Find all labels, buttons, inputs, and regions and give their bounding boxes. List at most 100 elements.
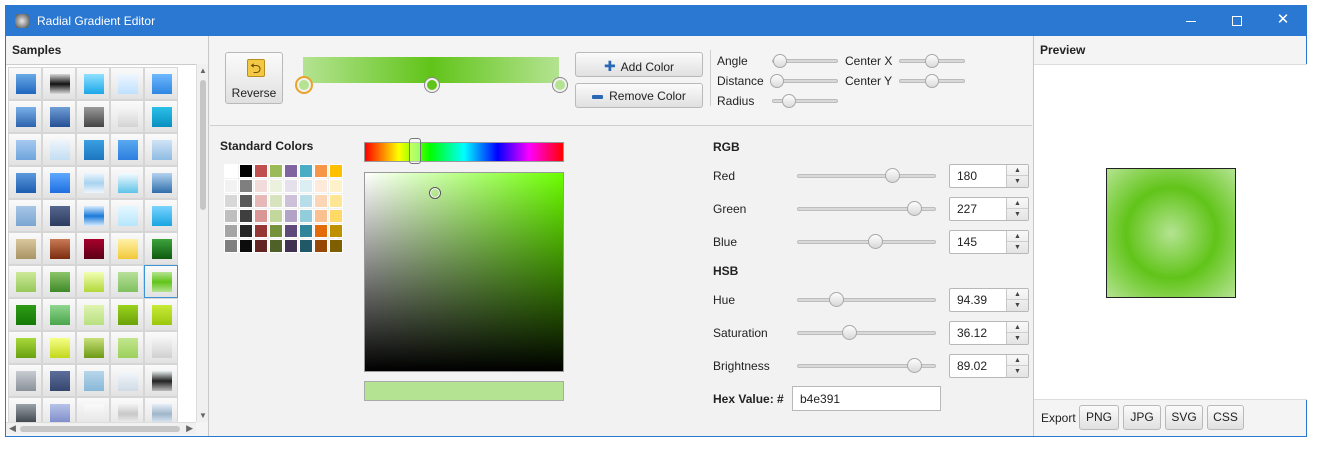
red-slider[interactable] [797,168,936,183]
close-button[interactable]: ✕ [1260,6,1306,36]
sample-swatch[interactable] [144,100,178,133]
standard-color-swatch[interactable] [299,179,313,193]
standard-color-swatch[interactable] [254,179,268,193]
sample-swatch[interactable] [144,199,178,232]
brightness-spinner[interactable]: ▲▼ [949,354,1029,378]
sample-swatch[interactable] [8,364,42,397]
sample-swatch[interactable] [42,364,76,397]
sample-swatch[interactable] [42,133,76,166]
sample-swatch[interactable] [8,67,42,100]
standard-color-swatch[interactable] [239,194,253,208]
standard-color-swatch[interactable] [254,239,268,253]
green-slider[interactable] [797,201,936,216]
export-jpg-button[interactable]: JPG [1123,405,1161,430]
standard-color-swatch[interactable] [314,239,328,253]
slider-knob[interactable] [907,358,922,373]
sample-swatch[interactable] [8,232,42,265]
increment-icon[interactable]: ▲ [1007,355,1028,366]
sample-swatch[interactable] [110,100,144,133]
blue-slider[interactable] [797,234,936,249]
standard-color-swatch[interactable] [284,224,298,238]
sample-swatch[interactable] [110,166,144,199]
standard-color-swatch[interactable] [329,224,343,238]
standard-color-swatch[interactable] [269,194,283,208]
sample-swatch[interactable] [42,298,76,331]
standard-color-swatch[interactable] [224,164,238,178]
sample-swatch[interactable] [144,67,178,100]
standard-color-swatch[interactable] [269,164,283,178]
sample-swatch[interactable] [76,100,110,133]
standard-color-swatch[interactable] [314,224,328,238]
sample-swatch[interactable] [42,67,76,100]
standard-color-swatch[interactable] [239,239,253,253]
standard-color-swatch[interactable] [299,164,313,178]
standard-color-swatch[interactable] [284,209,298,223]
red-input[interactable] [950,165,1007,187]
gradient-stop-handle[interactable] [297,78,311,92]
decrement-icon[interactable]: ▼ [1007,242,1028,253]
add-color-button[interactable]: ✚ Add Color [575,52,703,77]
angle-slider[interactable] [772,54,838,68]
standard-color-swatch[interactable] [239,224,253,238]
standard-color-swatch[interactable] [284,194,298,208]
sample-swatch[interactable] [42,265,76,298]
sample-swatch[interactable] [110,364,144,397]
sample-swatch[interactable] [110,397,144,422]
sample-swatch[interactable] [42,397,76,422]
sample-swatch[interactable] [8,100,42,133]
standard-color-swatch[interactable] [314,179,328,193]
minimize-button[interactable] [1168,6,1214,36]
sample-swatch[interactable] [76,397,110,422]
decrement-icon[interactable]: ▼ [1007,300,1028,311]
increment-icon[interactable]: ▲ [1007,198,1028,209]
center-y-slider[interactable] [899,74,965,88]
sample-swatch[interactable] [76,298,110,331]
slider-knob[interactable] [925,54,939,68]
sample-swatch[interactable] [8,166,42,199]
sample-swatch[interactable] [144,397,178,422]
saturation-input[interactable] [950,322,1007,344]
standard-color-swatch[interactable] [269,179,283,193]
increment-icon[interactable]: ▲ [1007,289,1028,300]
sample-swatch[interactable] [42,331,76,364]
sample-swatch[interactable] [8,331,42,364]
brightness-slider[interactable] [797,358,936,373]
slider-knob[interactable] [842,325,857,340]
scroll-thumb[interactable] [20,426,180,432]
picker-cursor[interactable] [429,187,441,199]
sample-swatch[interactable] [144,298,178,331]
standard-color-swatch[interactable] [314,209,328,223]
slider-knob[interactable] [885,168,900,183]
increment-icon[interactable]: ▲ [1007,165,1028,176]
scroll-right-icon[interactable]: ▶ [186,423,193,434]
increment-icon[interactable]: ▲ [1007,322,1028,333]
standard-color-swatch[interactable] [224,224,238,238]
standard-color-swatch[interactable] [224,179,238,193]
scroll-up-icon[interactable]: ▲ [197,66,209,75]
sample-swatch[interactable] [42,199,76,232]
sample-swatch[interactable] [110,265,144,298]
green-input[interactable] [950,198,1007,220]
sample-swatch[interactable] [42,166,76,199]
standard-color-swatch[interactable] [254,209,268,223]
slider-knob[interactable] [782,94,796,108]
standard-color-swatch[interactable] [284,239,298,253]
sample-swatch[interactable] [76,364,110,397]
saturation-slider[interactable] [797,325,936,340]
sample-swatch[interactable] [42,232,76,265]
hue-slider[interactable] [797,292,936,307]
center-x-slider[interactable] [899,54,965,68]
sample-swatch[interactable] [144,265,178,298]
export-png-button[interactable]: PNG [1079,405,1119,430]
hue-spinner[interactable]: ▲▼ [949,288,1029,312]
sample-swatch[interactable] [76,133,110,166]
scroll-down-icon[interactable]: ▼ [197,411,209,420]
standard-color-swatch[interactable] [299,209,313,223]
standard-color-swatch[interactable] [284,179,298,193]
decrement-icon[interactable]: ▼ [1007,209,1028,220]
standard-color-swatch[interactable] [329,194,343,208]
sample-swatch[interactable] [76,67,110,100]
reverse-button[interactable]: ⮌ Reverse [225,52,283,104]
standard-color-swatch[interactable] [284,164,298,178]
standard-color-swatch[interactable] [299,224,313,238]
